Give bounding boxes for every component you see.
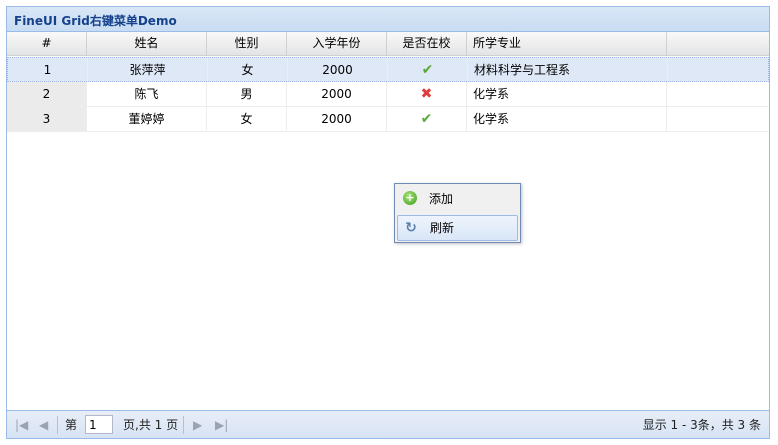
page-suffix: 页,共 1 页 [123, 418, 179, 432]
cell-major: 化学系 [467, 107, 667, 131]
cross-icon: ✖ [420, 86, 433, 102]
prev-page-icon[interactable]: ◀ [39, 416, 48, 434]
column-header-index[interactable]: # [7, 32, 87, 55]
table-row[interactable]: 2 陈飞 男 2000 ✖ 化学系 [7, 82, 769, 107]
menu-item-label: 添加 [429, 192, 454, 206]
cell-year: 2000 [287, 107, 387, 131]
cell-gender: 女 [208, 58, 288, 81]
menu-item-label: 刷新 [430, 221, 455, 235]
add-icon: + [403, 191, 417, 205]
page-number-input[interactable] [85, 415, 113, 434]
context-menu: + 添加 ↻ 刷新 [394, 183, 521, 243]
row-index: 2 [7, 82, 87, 106]
cell-in-school: ✔ [387, 107, 467, 131]
panel-title: FineUI Grid右键菜单Demo [14, 14, 177, 28]
cell-filler [667, 82, 771, 106]
cell-gender: 女 [207, 107, 287, 131]
cell-name: 张萍萍 [88, 58, 208, 81]
table-row[interactable]: 1 张萍萍 女 2000 ✔ 材料科学与工程系 [7, 57, 769, 82]
cell-name: 董婷婷 [87, 107, 207, 131]
cell-major: 化学系 [467, 82, 667, 106]
column-header-major[interactable]: 所学专业 [467, 32, 667, 55]
row-index: 1 [8, 58, 88, 81]
first-page-icon[interactable]: |◀ [15, 416, 28, 434]
next-page-icon[interactable]: ▶ [193, 416, 202, 434]
column-header-name[interactable]: 姓名 [87, 32, 207, 55]
row-index: 3 [7, 107, 87, 131]
table-row[interactable]: 3 董婷婷 女 2000 ✔ 化学系 [7, 107, 769, 132]
paging-info: 显示 1 - 3条，共 3 条 [642, 418, 761, 432]
grid-panel: FineUI Grid右键菜单Demo # 姓名 性别 入学年份 是否在校 所学… [6, 6, 770, 439]
cell-in-school: ✔ [388, 58, 468, 81]
column-header-in-school[interactable]: 是否在校 [387, 32, 467, 55]
page-prefix: 第 [65, 418, 78, 432]
cell-filler [667, 107, 771, 131]
column-header-filler [667, 32, 771, 55]
cell-year: 2000 [288, 58, 388, 81]
menu-item-refresh[interactable]: ↻ 刷新 [397, 215, 518, 241]
column-header-gender[interactable]: 性别 [207, 32, 287, 55]
panel-header: FineUI Grid右键菜单Demo [7, 7, 769, 32]
check-icon: ✔ [421, 62, 434, 78]
cell-filler [668, 58, 772, 81]
toolbar-divider [57, 416, 58, 434]
cell-gender: 男 [207, 82, 287, 106]
check-icon: ✔ [420, 111, 433, 127]
column-header-year[interactable]: 入学年份 [287, 32, 387, 55]
cell-name: 陈飞 [87, 82, 207, 106]
cell-major: 材料科学与工程系 [468, 58, 668, 81]
toolbar-divider [183, 416, 184, 434]
refresh-icon: ↻ [405, 220, 417, 236]
last-page-icon[interactable]: ▶| [215, 416, 228, 434]
grid-header: # 姓名 性别 入学年份 是否在校 所学专业 [7, 32, 769, 56]
menu-item-add[interactable]: + 添加 [397, 186, 518, 212]
cell-in-school: ✖ [387, 82, 467, 106]
paging-toolbar: |◀ ◀ 第 页,共 1 页 ▶ ▶| 显示 1 - 3条，共 3 条 [7, 410, 769, 438]
cell-year: 2000 [287, 82, 387, 106]
